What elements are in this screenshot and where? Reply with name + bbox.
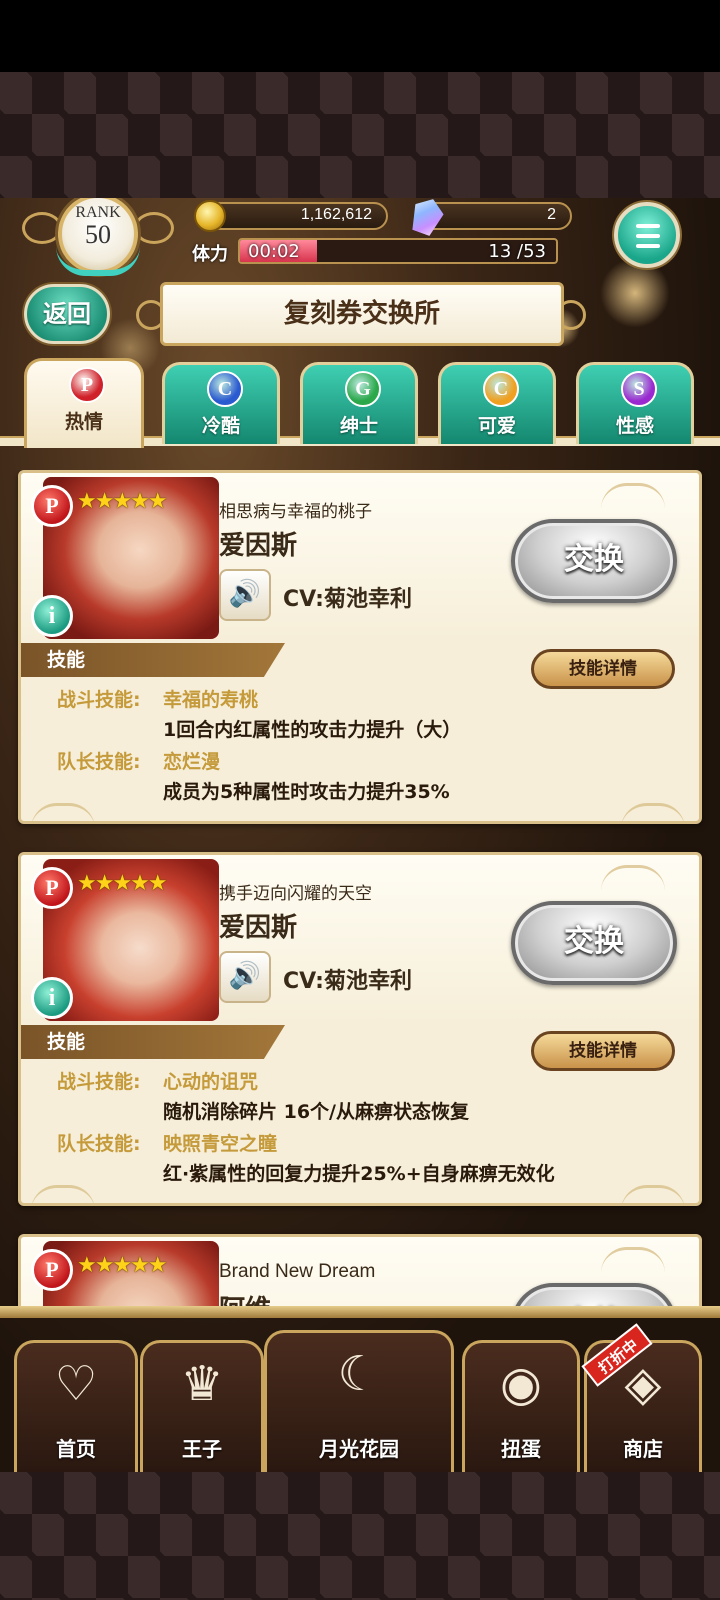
rank-exp-arc xyxy=(56,246,140,276)
card-subtitle: 携手迈向闪耀的天空 xyxy=(219,884,372,904)
nav-label: 扭蛋 xyxy=(501,1437,541,1461)
tab-label: 热情 xyxy=(64,411,103,433)
exchange-button[interactable]: 交换 xyxy=(511,901,677,985)
menu-button[interactable] xyxy=(614,202,680,268)
tab-3[interactable]: C 可爱 xyxy=(438,362,556,444)
capsule-icon: ◉ xyxy=(500,1356,542,1412)
card-ornament xyxy=(621,803,685,821)
card-ornament xyxy=(31,1185,95,1203)
speaker-icon[interactable]: 🔊 xyxy=(219,569,271,621)
gem-bar: 2 xyxy=(420,202,572,230)
nav-rail xyxy=(0,1306,720,1318)
battle-skill-name: 幸福的寿桃 xyxy=(163,689,259,711)
menu-icon-line xyxy=(636,234,660,238)
battle-skill-desc: 随机消除碎片 16个/从麻痹状态恢复 xyxy=(163,1101,469,1123)
nav-item-0[interactable]: ♡ 首页 xyxy=(14,1340,138,1472)
battle-skill-label: 战斗技能: xyxy=(57,1071,141,1093)
card-item: P ★★★★★ Brand New Dream 阿维 交换 xyxy=(18,1234,702,1310)
voice-actor: CV:菊池幸利 xyxy=(283,969,412,994)
moon-garden-icon: ☾ xyxy=(337,1346,381,1402)
gem-amount: 2 xyxy=(547,206,556,223)
exchange-button[interactable]: 交换 xyxy=(511,519,677,603)
battle-skill-label: 战斗技能: xyxy=(57,689,141,711)
info-button[interactable]: i xyxy=(31,977,73,1019)
attribute-icon: C xyxy=(207,371,243,407)
menu-icon-line xyxy=(636,224,660,228)
leader-skill-name: 映照青空之瞳 xyxy=(163,1133,278,1155)
tab-label: 可爱 xyxy=(477,415,516,437)
skill-detail-button[interactable]: 技能详情 xyxy=(531,1031,675,1071)
tab-label: 冷酷 xyxy=(201,415,240,437)
card-subtitle: 相思病与幸福的桃子 xyxy=(219,502,372,522)
skill-header: 技能 xyxy=(21,1025,285,1059)
character-name: 爱因斯 xyxy=(219,913,298,943)
tab-label: 绅士 xyxy=(339,415,378,437)
bottom-nav: ♡ 首页 ♛ 王子 ☾ 月光花园 ◉ 扭蛋 ◈ 商店 打折中 xyxy=(0,1306,720,1472)
heart-icon: ♡ xyxy=(54,1356,98,1412)
nav-label: 王子 xyxy=(182,1437,222,1461)
attribute-icon: S xyxy=(621,371,657,407)
skill-detail-button[interactable]: 技能详情 xyxy=(531,649,675,689)
card-list[interactable]: P ★★★★★ i 相思病与幸福的桃子 爱因斯 🔊 CV:菊池幸利 交换 技能 … xyxy=(0,470,720,1310)
attribute-icon: P xyxy=(69,367,105,403)
stamina-bar: 00:02 13 /53 xyxy=(238,238,558,264)
crown-icon: ♛ xyxy=(180,1356,224,1412)
attribute-icon: C xyxy=(483,371,519,407)
page-title: 复刻券交换所 xyxy=(160,282,564,346)
passion-attribute-icon: P xyxy=(31,1249,73,1291)
nav-label: 首页 xyxy=(56,1437,96,1461)
tab-2[interactable]: G 绅士 xyxy=(300,362,418,444)
attribute-icon: G xyxy=(345,371,381,407)
stamina-count: 13 /53 xyxy=(488,241,546,262)
nav-label: 月光花园 xyxy=(319,1437,399,1461)
info-button[interactable]: i xyxy=(31,595,73,637)
gem-icon xyxy=(407,198,448,238)
card-item: P ★★★★★ i 携手迈向闪耀的天空 爱因斯 🔊 CV:菊池幸利 交换 技能 … xyxy=(18,852,702,1206)
battle-skill-name: 心动的诅咒 xyxy=(163,1071,259,1093)
rank-badge[interactable]: RANK 50 xyxy=(22,198,174,278)
menu-icon-line xyxy=(636,244,660,248)
rarity-stars: ★★★★★ xyxy=(77,1253,168,1278)
tab-4[interactable]: S 性感 xyxy=(576,362,694,444)
battle-skill-desc: 1回合内红属性的攻击力提升（大） xyxy=(163,719,462,741)
background-pattern-top xyxy=(0,72,720,200)
passion-attribute-icon: P xyxy=(31,867,73,909)
card-item: P ★★★★★ i 相思病与幸福的桃子 爱因斯 🔊 CV:菊池幸利 交换 技能 … xyxy=(18,470,702,824)
ornament-left xyxy=(22,212,62,244)
background-pattern-bottom xyxy=(0,1472,720,1600)
tab-0[interactable]: P 热情 xyxy=(24,358,144,448)
passion-attribute-icon: P xyxy=(31,485,73,527)
rarity-stars: ★★★★★ xyxy=(77,871,168,896)
rarity-stars: ★★★★★ xyxy=(77,489,168,514)
speaker-icon[interactable]: 🔊 xyxy=(219,951,271,1003)
leader-skill-desc: 红·紫属性的回复力提升25%+自身麻痹无效化 xyxy=(163,1163,555,1185)
card-ornament xyxy=(621,1185,685,1203)
leader-skill-label: 队长技能: xyxy=(57,1133,141,1155)
gold-amount: 1,162,612 xyxy=(300,206,372,223)
leader-skill-desc: 成员为5种属性时攻击力提升35% xyxy=(163,781,450,803)
bokeh-light xyxy=(600,258,670,328)
card-ornament xyxy=(31,803,95,821)
skill-header: 技能 xyxy=(21,643,285,677)
nav-item-2[interactable]: ☾ 月光花园 xyxy=(264,1330,454,1472)
leader-skill-label: 队长技能: xyxy=(57,751,141,773)
status-bar xyxy=(0,0,720,72)
game-screen: RANK 50 1,162,612 2 体力 00:02 13 /53 返回 复… xyxy=(0,198,720,1472)
coin-icon xyxy=(194,200,226,232)
gold-bar: 1,162,612 xyxy=(194,200,388,232)
leader-skill-name: 恋烂漫 xyxy=(163,751,221,773)
stamina-timer: 00:02 xyxy=(248,241,300,262)
tab-1[interactable]: C 冷酷 xyxy=(162,362,280,444)
nav-item-1[interactable]: ♛ 王子 xyxy=(140,1340,264,1472)
back-button[interactable]: 返回 xyxy=(24,284,110,344)
voice-actor: CV:菊池幸利 xyxy=(283,587,412,612)
card-subtitle: Brand New Dream xyxy=(219,1261,376,1282)
ornament-right xyxy=(134,212,174,244)
character-name: 爱因斯 xyxy=(219,531,298,561)
tab-label: 性感 xyxy=(615,415,654,437)
nav-item-3[interactable]: ◉ 扭蛋 xyxy=(462,1340,580,1472)
nav-label: 商店 xyxy=(623,1437,663,1461)
stamina-label: 体力 xyxy=(192,244,228,265)
